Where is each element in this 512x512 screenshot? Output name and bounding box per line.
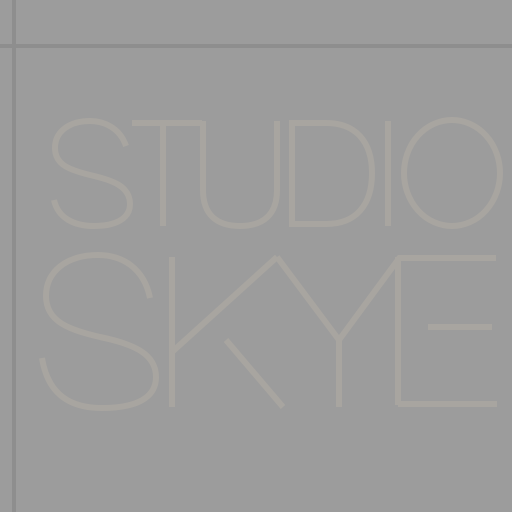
logo-line-skye [39, 251, 497, 412]
logo-canvas [0, 0, 512, 512]
studio-skye-logo [39, 117, 503, 412]
logo-line-studio [51, 117, 503, 230]
